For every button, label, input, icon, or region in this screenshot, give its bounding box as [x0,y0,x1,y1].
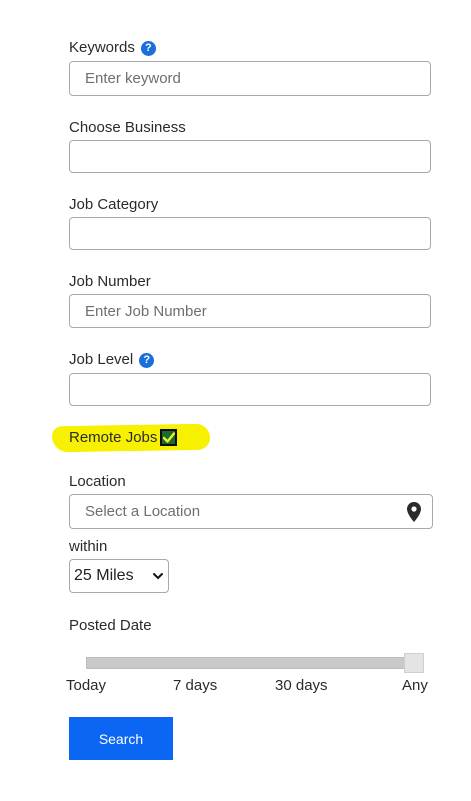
keywords-label: Keywords ? [69,39,156,57]
map-pin-icon [407,502,421,522]
location-label: Location [69,473,126,491]
tick-label-30-days: 30 days [275,677,328,694]
posted-date-label-text: Posted Date [69,617,152,634]
checkbox-checked-icon[interactable] [160,429,178,446]
remote-jobs-toggle[interactable]: Remote Jobs [69,429,178,446]
choose-business-label: Choose Business [69,119,186,137]
job-number-input[interactable] [69,294,431,328]
job-number-label: Job Number [69,273,151,291]
posted-date-slider-thumb[interactable] [404,653,424,673]
job-number-label-text: Job Number [69,273,151,290]
keywords-input[interactable] [69,61,431,96]
job-category-input[interactable] [69,217,431,250]
choose-business-input[interactable] [69,140,431,173]
job-category-label: Job Category [69,196,158,214]
location-label-text: Location [69,473,126,490]
tick-label-7-days: 7 days [173,677,218,694]
distance-select[interactable]: 25 Miles [69,559,169,593]
distance-select-value: 25 Miles [74,567,134,584]
question-circle-icon[interactable]: ? [139,352,155,368]
within-label-text: within [69,538,108,555]
location-field [69,494,433,529]
job-search-form: Keywords ? Choose Business Job Category … [0,0,471,801]
location-input[interactable] [69,494,433,529]
job-category-label-text: Job Category [69,196,159,213]
job-level-label: Job Level ? [69,351,155,369]
job-level-label-text: Job Level [69,351,134,368]
posted-date-slider-track[interactable] [86,657,424,669]
keywords-label-text: Keywords [69,39,135,56]
chevron-down-icon [153,573,163,580]
job-level-input[interactable] [69,373,431,406]
tick-label-today: Today [66,677,107,694]
tick-label-any: Any [402,677,428,694]
search-button[interactable]: Search [69,717,173,760]
question-circle-icon[interactable]: ? [140,40,156,56]
choose-business-label-text: Choose Business [69,119,186,136]
remote-jobs-label: Remote Jobs [69,429,158,446]
within-label: within [69,538,107,556]
posted-date-label: Posted Date [69,617,152,635]
